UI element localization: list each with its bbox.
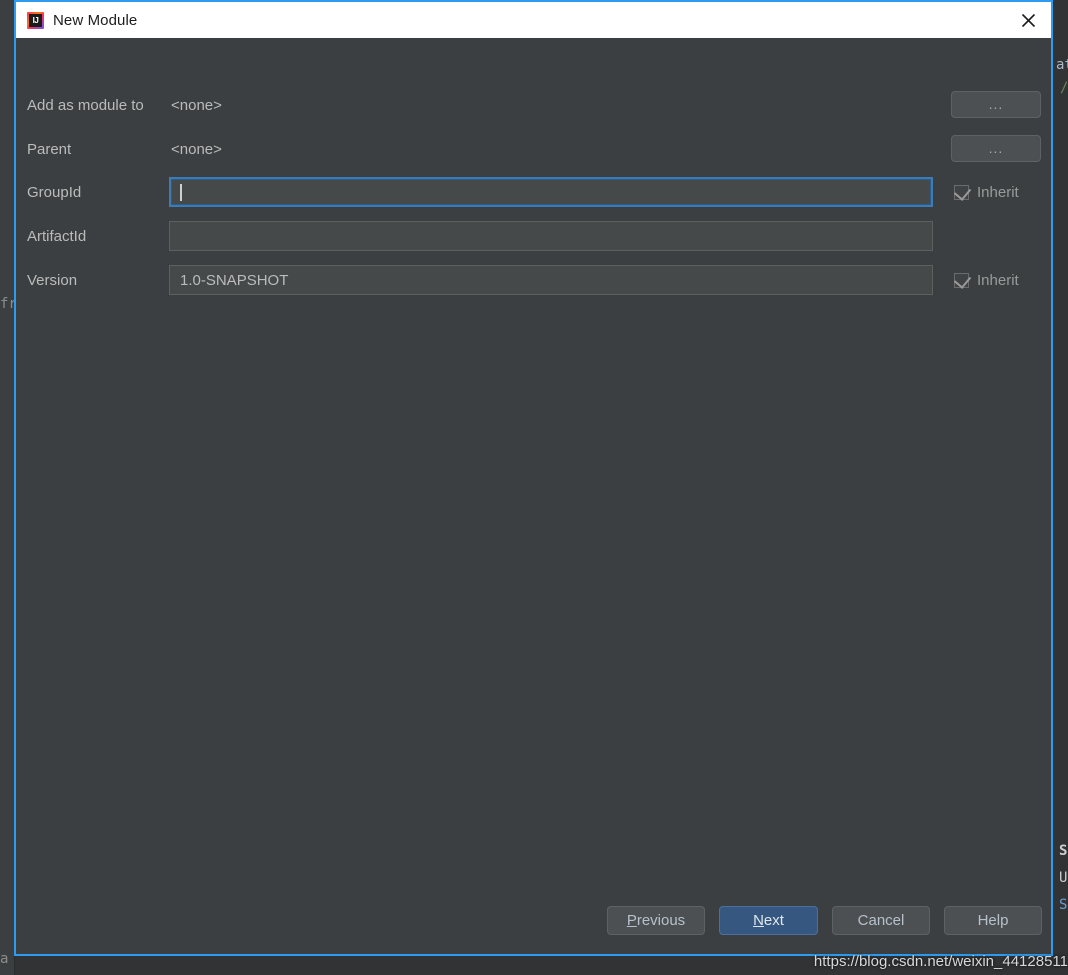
- dialog-body: Add as module to <none> ... Parent <none…: [16, 38, 1051, 954]
- previous-button[interactable]: Previous: [607, 906, 705, 935]
- next-mnemonic: N: [753, 912, 764, 929]
- bg-fragment: /: [1060, 80, 1068, 96]
- artifactid-input[interactable]: [169, 221, 933, 251]
- form-row-version: Version Inherit: [16, 265, 1051, 295]
- watermark-url: https://blog.csdn.net/weixin_44128511: [813, 953, 1068, 970]
- bg-fragment: U: [1059, 870, 1068, 886]
- form-row-artifactid: ArtifactId: [16, 221, 1051, 251]
- help-button[interactable]: Help: [944, 906, 1042, 935]
- dialog-title-bar: IJ New Module: [16, 0, 1051, 38]
- close-icon[interactable]: [1005, 2, 1051, 38]
- browse-parent-button[interactable]: ...: [951, 135, 1041, 162]
- value-add-as-module-to: <none>: [171, 96, 222, 114]
- form-row-parent: Parent <none> ...: [16, 134, 1051, 164]
- form-row-groupid: GroupId Inherit: [16, 177, 1051, 207]
- cancel-button[interactable]: Cancel: [832, 906, 930, 935]
- dialog-footer: Previous Next Cancel Help: [16, 898, 1051, 954]
- bg-fragment: S: [1059, 843, 1068, 859]
- browse-add-as-module-to-button[interactable]: ...: [951, 91, 1041, 118]
- value-parent: <none>: [171, 140, 222, 158]
- groupid-inherit-label: Inherit: [977, 183, 1019, 201]
- bg-fragment: a: [0, 951, 9, 967]
- form-row-add-as-module-to: Add as module to <none> ...: [16, 90, 1051, 120]
- next-label-rest: ext: [763, 912, 784, 929]
- version-inherit-label: Inherit: [977, 271, 1019, 289]
- dialog-title: New Module: [53, 11, 138, 29]
- intellij-idea-icon: IJ: [27, 11, 44, 29]
- label-parent: Parent: [27, 140, 72, 158]
- ide-left-gutter: [0, 0, 15, 975]
- version-input[interactable]: [169, 265, 933, 295]
- label-add-as-module-to: Add as module to: [27, 96, 144, 114]
- previous-label-rest: revious: [636, 912, 686, 929]
- text-caret: [180, 183, 182, 201]
- groupid-input[interactable]: [169, 177, 933, 207]
- bg-fragment: S: [1059, 897, 1068, 913]
- previous-mnemonic: P: [626, 912, 637, 929]
- version-inherit-checkbox[interactable]: Inherit: [953, 270, 1019, 289]
- groupid-inherit-checkbox[interactable]: Inherit: [953, 182, 1019, 201]
- label-groupid: GroupId: [27, 183, 82, 201]
- app-icon-label: IJ: [29, 13, 42, 27]
- checkbox-icon[interactable]: [953, 182, 972, 201]
- label-version: Version: [27, 271, 78, 289]
- new-module-dialog: IJ New Module Add as module to <none> ..…: [14, 0, 1053, 956]
- next-button[interactable]: Next: [719, 906, 818, 935]
- bg-fragment: at: [1056, 57, 1068, 73]
- label-artifactid: ArtifactId: [27, 227, 87, 245]
- checkbox-icon[interactable]: [953, 270, 972, 289]
